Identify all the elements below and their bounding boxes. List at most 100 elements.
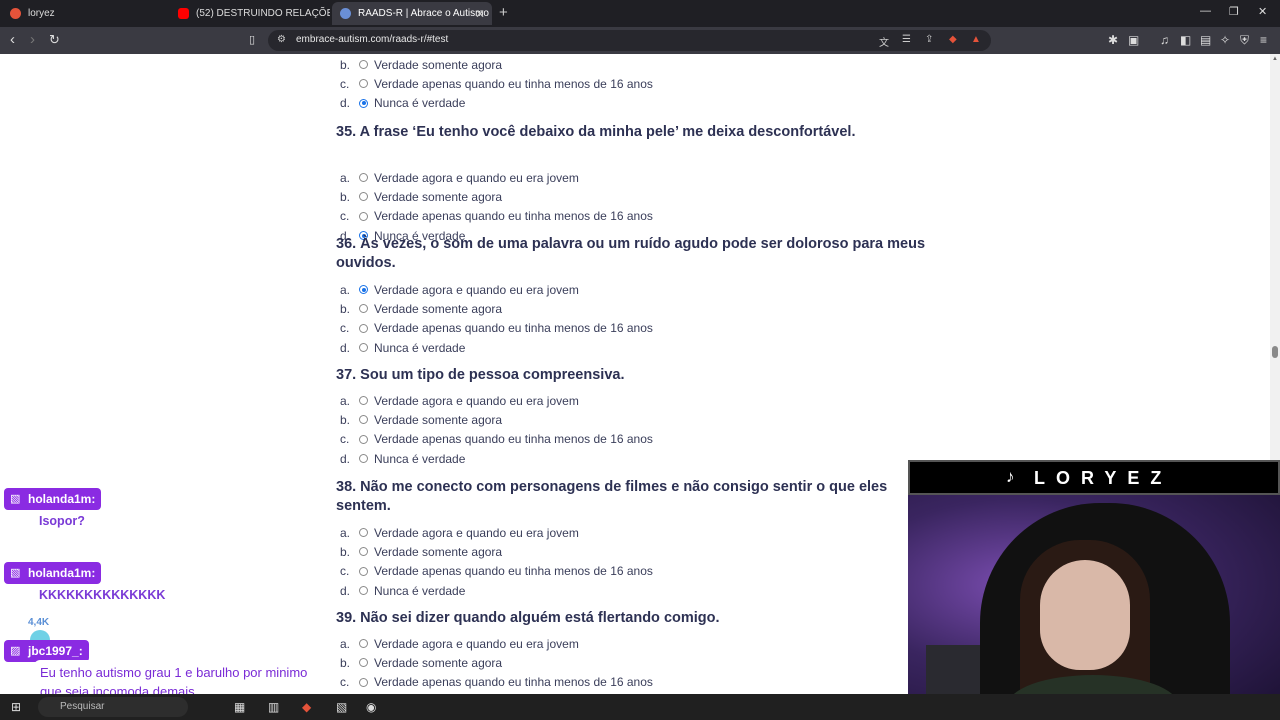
vpn-icon[interactable]: ⛨ — [1240, 33, 1249, 48]
option-letter: a. — [340, 393, 351, 408]
radio-button[interactable] — [359, 343, 368, 353]
option-label: Verdade somente agora — [374, 655, 503, 670]
media-icon[interactable]: ♫ — [1160, 33, 1169, 47]
radio-button[interactable] — [359, 658, 368, 668]
answer-option[interactable]: a. Verdade agora e quando eu era jovem — [340, 634, 579, 653]
radio-button[interactable] — [359, 304, 368, 314]
answer-option[interactable]: d. Nunca é verdade — [340, 449, 465, 468]
answer-option[interactable]: c. Verdade apenas quando eu tinha menos d… — [340, 74, 653, 93]
chat-username: ▧ holanda1m: — [4, 488, 102, 510]
face — [1040, 560, 1130, 670]
radio-button[interactable] — [359, 60, 368, 69]
radio-button[interactable] — [359, 639, 368, 648]
answer-option[interactable]: d. Nunca é verdade — [340, 338, 465, 357]
address-bar[interactable]: ⚙ embrace-autism.com/raads-r/#test 文 ☰ ⇪… — [268, 30, 991, 51]
answer-option[interactable]: a. Verdade agora e quando eu era jovem — [340, 391, 579, 410]
window-close-icon[interactable]: ✕ — [1258, 5, 1267, 18]
radio-button[interactable] — [359, 173, 368, 182]
answer-option[interactable]: b. Verdade somente agora — [340, 55, 502, 74]
site-info-icon[interactable]: ⚙ — [277, 34, 286, 45]
option-label: Verdade agora e quando eu era jovem — [374, 282, 579, 297]
answer-option[interactable]: c. Verdade apenas quando eu tinha menos d… — [340, 562, 653, 581]
reload-icon[interactable]: ↻ — [49, 32, 60, 48]
brave-shield-icon[interactable]: ◆ — [949, 34, 957, 45]
forward-icon[interactable]: › — [30, 31, 35, 48]
option-label: Verdade apenas quando eu tinha menos de … — [374, 209, 653, 224]
minimize-icon[interactable]: — — [1200, 5, 1211, 17]
answer-option[interactable]: b. Verdade somente agora — [340, 410, 502, 429]
answer-option[interactable]: c. Verdade apenas quando eu tinha menos d… — [340, 673, 653, 692]
wallet-icon[interactable]: ▤ — [1200, 33, 1211, 47]
radio-button[interactable] — [359, 677, 368, 687]
answer-option[interactable]: a. Verdade agora e quando eu era jovem — [340, 523, 579, 542]
close-tab-icon[interactable]: ✕ — [475, 7, 485, 21]
scroll-thumb[interactable] — [1272, 346, 1278, 358]
share-icon[interactable]: ⇪ — [925, 34, 933, 45]
app-icon[interactable]: ▥ — [268, 700, 279, 714]
option-letter: d. — [340, 451, 351, 466]
radio-button[interactable] — [359, 434, 368, 444]
answer-option[interactable]: b. Verdade somente agora — [340, 187, 502, 206]
answer-option[interactable]: b. Verdade somente agora — [340, 299, 502, 318]
obs-icon[interactable]: ◉ — [366, 700, 376, 714]
tiktok-icon: ♪ — [1006, 467, 1015, 486]
likes-count: 4,4K — [28, 617, 50, 628]
restore-icon[interactable]: ❐ — [1229, 5, 1239, 18]
taskview-icon[interactable]: ▦ — [234, 700, 245, 714]
answer-option[interactable]: c. Verdade apenas quando eu tinha menos d… — [340, 319, 653, 338]
option-letter: c. — [340, 321, 350, 336]
translate-icon[interactable]: 文 — [879, 34, 889, 49]
user-badge-icon: ▨ — [10, 645, 21, 657]
radio-button[interactable] — [359, 547, 368, 557]
streamer-name: LORYEZ — [1034, 468, 1173, 488]
app-icon[interactable]: ▧ — [336, 700, 347, 714]
radio-button[interactable] — [359, 566, 368, 576]
radio-button[interactable] — [359, 528, 368, 537]
tab-search-icon[interactable]: ▣ — [1128, 33, 1139, 47]
sidebar-icon[interactable]: ◧ — [1180, 33, 1191, 47]
answer-option[interactable]: a. Verdade agora e quando eu era jovem — [340, 280, 579, 299]
radio-button[interactable] — [359, 323, 368, 333]
rewards-icon[interactable]: ▲ — [971, 34, 981, 45]
radio-button[interactable] — [359, 454, 368, 464]
bookmark-icon[interactable]: ▯ — [249, 33, 255, 46]
option-label: Verdade apenas quando eu tinha menos de … — [374, 76, 653, 91]
option-label: Nunca é verdade — [374, 96, 466, 111]
option-label: Verdade somente agora — [374, 189, 503, 204]
radio-button[interactable] — [359, 415, 368, 425]
answer-option[interactable]: d. Nunca é verdade — [340, 94, 465, 113]
radio-button[interactable] — [359, 396, 368, 405]
answer-option[interactable]: d. Nunca é verdade — [340, 581, 465, 600]
option-letter: c. — [340, 564, 350, 579]
extensions-icon[interactable]: ✱ — [1108, 33, 1118, 47]
radio-button[interactable] — [359, 79, 368, 89]
radio-button[interactable] — [359, 586, 368, 596]
new-tab-icon[interactable]: + — [499, 4, 508, 21]
question-title: 36. Às vezes, o som de uma palavra ou um… — [336, 236, 926, 271]
menu-icon[interactable]: ≡ — [1260, 33, 1267, 47]
radio-button[interactable] — [359, 211, 368, 221]
chat-message: KKKKKKKKKKKKKK — [39, 588, 166, 602]
windows-start-icon[interactable]: ⊞ — [11, 700, 21, 714]
reader-icon[interactable]: ☰ — [902, 34, 911, 45]
answer-option[interactable]: c. Verdade apenas quando eu tinha menos d… — [340, 207, 653, 226]
scroll-up-icon[interactable]: ▲ — [1272, 56, 1278, 62]
brave-icon — [10, 8, 21, 19]
browser-app-icon[interactable]: ◆ — [302, 700, 311, 714]
back-icon[interactable]: ‹ — [10, 31, 15, 48]
answer-option[interactable]: a. Verdade agora e quando eu era jovem — [340, 168, 579, 187]
tab-youtube[interactable]: (52) DESTRUINDO RELAÇÕES EM EV — [170, 2, 330, 25]
answer-option[interactable]: b. Verdade somente agora — [340, 653, 502, 672]
tab-label: (52) DESTRUINDO RELAÇÕES EM EV — [196, 8, 330, 19]
tab-loryez[interactable]: loryez — [2, 2, 170, 25]
option-label: Verdade apenas quando eu tinha menos de … — [374, 321, 653, 336]
answer-option[interactable]: b. Verdade somente agora — [340, 542, 502, 561]
radio-button[interactable] — [359, 192, 368, 202]
option-letter: c. — [340, 675, 350, 690]
leo-ai-icon[interactable]: ✧ — [1220, 33, 1230, 47]
taskbar-search[interactable]: Pesquisar — [38, 697, 188, 717]
radio-button[interactable] — [359, 285, 368, 294]
answer-option[interactable]: c. Verdade apenas quando eu tinha menos d… — [340, 430, 653, 449]
radio-button[interactable] — [359, 98, 368, 108]
tab-raads[interactable]: RAADS-R | Abrace o Autismo ✕ — [332, 2, 492, 25]
